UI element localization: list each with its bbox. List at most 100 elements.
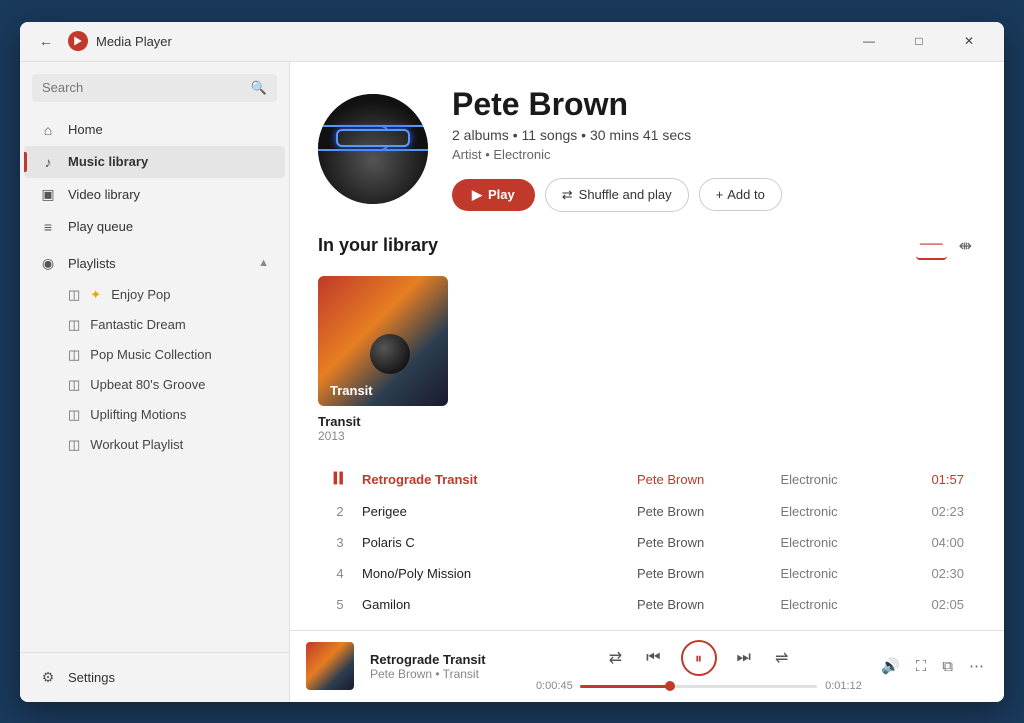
app-icon bbox=[68, 31, 88, 51]
playlists-label: Playlists bbox=[68, 256, 116, 271]
album-card-transit[interactable]: Transit Transit 2013 bbox=[318, 276, 448, 443]
back-button[interactable]: ← bbox=[32, 27, 60, 55]
more-options-button[interactable]: ⋯ bbox=[965, 653, 988, 679]
progress-bar-container: 0:00:45 0:01:12 bbox=[536, 680, 861, 692]
nav-section: ⌂ Home ♪ Music library ▣ Video library ≡… bbox=[20, 110, 289, 247]
app-title: Media Player bbox=[96, 34, 846, 49]
playlists-section-header[interactable]: ◉ Playlists ▲ bbox=[24, 247, 285, 280]
playlist-icon-fantastic-dream: ◫ bbox=[68, 317, 80, 333]
playlist-item-enjoy-pop[interactable]: ◫ ✦ Enjoy Pop bbox=[24, 280, 285, 310]
shuffle-icon: ⇄ bbox=[562, 187, 573, 203]
playlist-icon-uplifting-motions: ◫ bbox=[68, 407, 80, 423]
video-icon: ▣ bbox=[40, 186, 56, 203]
sidebar-item-music-library[interactable]: ♪ Music library bbox=[24, 146, 285, 178]
music-icon: ♪ bbox=[40, 154, 56, 170]
playing-icon bbox=[333, 471, 347, 485]
album-art-label: Transit bbox=[330, 383, 373, 398]
volume-button[interactable]: 🔊 bbox=[877, 653, 904, 679]
sidebar-bottom: ⚙ Settings bbox=[20, 652, 289, 702]
track-number-5: 5 bbox=[330, 597, 350, 612]
shuffle-play-button[interactable]: ⇄ Shuffle and play bbox=[545, 178, 689, 212]
search-input[interactable] bbox=[42, 80, 245, 95]
content-area: Pete Brown 2 albums • 11 songs • 30 mins… bbox=[290, 62, 1004, 702]
table-row[interactable]: 6 Below the Root Pete Brown Electronic 0… bbox=[318, 620, 976, 630]
playlists-icon: ◉ bbox=[40, 255, 56, 272]
add-to-button[interactable]: + Add to bbox=[699, 178, 782, 211]
playlist-icon-workout: ◫ bbox=[68, 437, 80, 453]
library-section: In your library ── ⇼ Transit bbox=[290, 232, 1004, 630]
view-controls: ── ⇼ bbox=[916, 232, 976, 260]
track-duration-2: 02:23 bbox=[924, 504, 964, 519]
artist-info: Pete Brown 2 albums • 11 songs • 30 mins… bbox=[452, 86, 976, 212]
track-genre-5: Electronic bbox=[781, 597, 913, 612]
app-window: ← Media Player — □ ✕ 🔍 ⌂ Home ♪ bbox=[20, 22, 1004, 702]
sidebar: 🔍 ⌂ Home ♪ Music library ▣ Video library… bbox=[20, 62, 290, 702]
sidebar-item-queue-label: Play queue bbox=[68, 219, 133, 234]
playlist-label-pop-music: Pop Music Collection bbox=[90, 347, 211, 362]
window-controls: — □ ✕ bbox=[846, 25, 992, 57]
sidebar-item-play-queue[interactable]: ≡ Play queue bbox=[24, 211, 285, 243]
tracks-list: Retrograde Transit Pete Brown Electronic… bbox=[318, 463, 976, 630]
table-row[interactable]: 5 Gamilon Pete Brown Electronic 02:05 bbox=[318, 589, 976, 620]
playlist-item-fantastic-dream[interactable]: ◫ Fantastic Dream bbox=[24, 310, 285, 340]
track-artist-2: Pete Brown bbox=[637, 504, 769, 519]
previous-button[interactable]: ⏮ bbox=[642, 645, 664, 671]
track-name-1: Retrograde Transit bbox=[362, 472, 625, 487]
track-duration-4: 02:30 bbox=[924, 566, 964, 581]
list-view-button[interactable]: ── bbox=[916, 232, 947, 260]
home-icon: ⌂ bbox=[40, 122, 56, 138]
playlist-item-uplifting-motions[interactable]: ◫ Uplifting Motions bbox=[24, 400, 285, 430]
playlist-label-uplifting-motions: Uplifting Motions bbox=[90, 407, 186, 422]
sidebar-item-video-library[interactable]: ▣ Video library bbox=[24, 178, 285, 211]
minimize-button[interactable]: — bbox=[846, 25, 892, 57]
grid-view-button[interactable]: ⇼ bbox=[955, 232, 976, 260]
table-row[interactable]: Retrograde Transit Pete Brown Electronic… bbox=[318, 463, 976, 496]
settings-icon: ⚙ bbox=[40, 669, 56, 686]
track-genre-3: Electronic bbox=[781, 535, 913, 550]
queue-icon: ≡ bbox=[40, 219, 56, 235]
play-label: Play bbox=[488, 187, 515, 202]
player-info: Retrograde Transit Pete Brown • Transit bbox=[370, 652, 520, 681]
player-artist-album: Pete Brown • Transit bbox=[370, 667, 520, 681]
playlist-item-workout[interactable]: ◫ Workout Playlist bbox=[24, 430, 285, 460]
playlist-label-enjoy-pop: Enjoy Pop bbox=[111, 287, 170, 302]
progress-bar[interactable] bbox=[580, 685, 817, 688]
sidebar-item-settings[interactable]: ⚙ Settings bbox=[24, 661, 285, 694]
table-row[interactable]: 4 Mono/Poly Mission Pete Brown Electroni… bbox=[318, 558, 976, 589]
album-art-transit: Transit bbox=[318, 276, 448, 406]
track-duration-1: 01:57 bbox=[924, 472, 964, 487]
fullscreen-button[interactable]: ⛶ bbox=[912, 654, 931, 679]
player-art-inner bbox=[306, 642, 354, 690]
track-genre-1: Electronic bbox=[781, 472, 913, 487]
table-row[interactable]: 2 Perigee Pete Brown Electronic 02:23 bbox=[318, 496, 976, 527]
track-name-5: Gamilon bbox=[362, 597, 625, 612]
play-icon: ▶ bbox=[472, 187, 482, 203]
settings-label: Settings bbox=[68, 670, 115, 685]
search-box[interactable]: 🔍 bbox=[32, 74, 277, 102]
chevron-up-icon: ▲ bbox=[258, 257, 269, 269]
maximize-button[interactable]: □ bbox=[896, 25, 942, 57]
repeat-button[interactable]: ⇌ bbox=[771, 644, 792, 672]
albums-grid: Transit Transit 2013 bbox=[318, 276, 976, 443]
shuffle-button[interactable]: ⇄ bbox=[605, 644, 626, 672]
sidebar-item-home[interactable]: ⌂ Home bbox=[24, 114, 285, 146]
playlist-label-upbeat-80s: Upbeat 80's Groove bbox=[90, 377, 205, 392]
album-year: 2013 bbox=[318, 429, 448, 443]
track-name-3: Polaris C bbox=[362, 535, 625, 550]
transit-sphere bbox=[370, 334, 410, 374]
current-time: 0:00:45 bbox=[536, 680, 572, 692]
track-name-2: Perigee bbox=[362, 504, 625, 519]
playlist-label-fantastic-dream: Fantastic Dream bbox=[90, 317, 185, 332]
play-pause-button[interactable]: ⏸ bbox=[681, 640, 717, 676]
playlist-item-upbeat-80s[interactable]: ◫ Upbeat 80's Groove bbox=[24, 370, 285, 400]
play-button[interactable]: ▶ Play bbox=[452, 179, 535, 211]
track-number-3: 3 bbox=[330, 535, 350, 550]
playlist-item-pop-music[interactable]: ◫ Pop Music Collection bbox=[24, 340, 285, 370]
table-row[interactable]: 3 Polaris C Pete Brown Electronic 04:00 bbox=[318, 527, 976, 558]
artist-name: Pete Brown bbox=[452, 86, 976, 123]
miniplayer-button[interactable]: ⧉ bbox=[938, 654, 957, 679]
track-artist-4: Pete Brown bbox=[637, 566, 769, 581]
library-title: In your library bbox=[318, 235, 916, 256]
close-button[interactable]: ✕ bbox=[946, 25, 992, 57]
next-button[interactable]: ⏭ bbox=[733, 645, 755, 671]
